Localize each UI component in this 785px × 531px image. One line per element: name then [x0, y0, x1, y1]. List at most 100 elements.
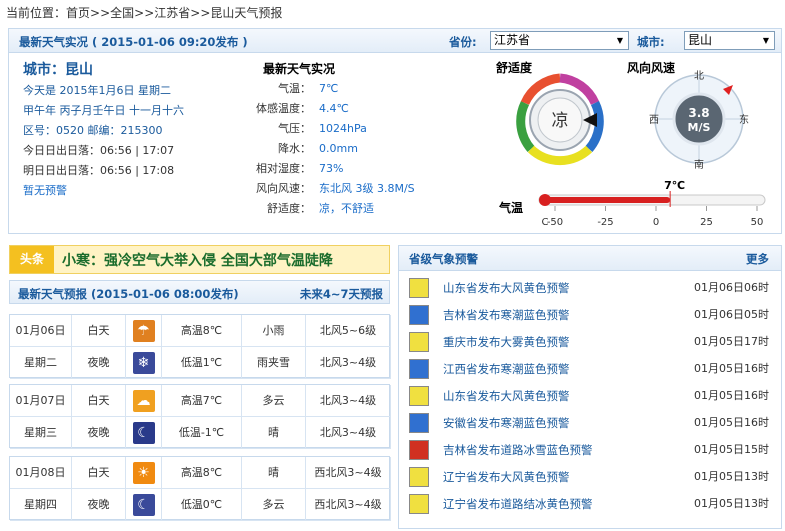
warning-row[interactable]: 江西省发布寒潮蓝色预警 01月05日16时: [407, 356, 773, 382]
obs-row: 气温： 7℃: [237, 79, 447, 99]
forecast-weather: 雨夹雪: [242, 347, 306, 379]
temp-bar-value: 7℃: [664, 179, 685, 192]
city-name: 城市：昆山: [23, 62, 93, 78]
province-select-value: 江苏省: [494, 33, 531, 47]
cold-blue-icon: [409, 413, 429, 433]
warning-row[interactable]: 山东省发布大风黄色预警 01月06日06时: [407, 275, 773, 301]
warning-time: 01月05日17时: [694, 335, 769, 348]
warning-row[interactable]: 吉林省发布道路冰雪蓝色预警 01月05日15时: [407, 437, 773, 463]
obs-value: 1024hPa: [319, 122, 367, 135]
warning-row[interactable]: 山东省发布大风黄色预警 01月05日16时: [407, 383, 773, 409]
warning-panel-title: 省级气象预警: [409, 252, 478, 266]
forecast-wind: 西北风3~4级: [306, 457, 391, 489]
warning-text[interactable]: 重庆市发布大雾黄色预警: [443, 329, 570, 355]
forecast-period-label: 夜晚: [72, 417, 126, 449]
warning-text[interactable]: 山东省发布大风黄色预警: [443, 275, 570, 301]
breadcrumb: 当前位置：首页>>全国>>江苏省>>昆山天气预报: [6, 4, 282, 21]
city-select[interactable]: 昆山 ▼: [684, 31, 775, 50]
forecast-icon-cell: ☁: [126, 385, 162, 417]
forecast-date: 01月08日: [10, 457, 72, 489]
obs-key: 降水：: [278, 142, 311, 155]
obs-key: 相对湿度：: [256, 162, 311, 175]
realtime-panel-header: 最新天气实况 ( 2015-01-06 09:20发布 ) 省份: 江苏省 ▼ 城…: [9, 29, 781, 53]
forecast-weather: 多云: [242, 385, 306, 417]
forecast-day: 01月06日 星期二 白天 ☂ 高温8℃ 小雨 北风5~6级 夜晚 ❄ 低温1℃ 雨夹雪 北风3~4级: [9, 314, 391, 379]
warning-text[interactable]: 辽宁省发布大风黄色预警: [443, 464, 570, 490]
forecast-temp: 高温8℃: [162, 315, 242, 347]
warning-panel-header: 省级气象预警 更多: [399, 246, 781, 271]
forecast-temp: 低温1℃: [162, 347, 242, 379]
forecast-weekday: 星期三: [10, 417, 72, 449]
today-date: 今天是 2015年1月6日 星期二: [23, 84, 171, 97]
breadcrumb-national[interactable]: 全国: [110, 6, 134, 20]
forecast-icon-cell: ☀: [126, 457, 162, 489]
temp-bar-tick-label: 50: [751, 217, 764, 228]
no-warning-link[interactable]: 暂无预警: [23, 181, 253, 201]
obs-row: 降水： 0.0mm: [237, 139, 447, 159]
temp-bar-fill: [541, 197, 671, 203]
obs-row: 体感温度： 4.4℃: [237, 99, 447, 119]
breadcrumb-province[interactable]: 江苏省: [154, 6, 190, 20]
observation-title: 最新天气实况: [263, 62, 336, 76]
compass-north: 北: [694, 70, 704, 82]
temp-bar-tick-label: 25: [700, 217, 713, 228]
forecast-weather: 多云: [242, 489, 306, 521]
obs-key: 舒适度：: [267, 202, 311, 215]
headline-banner[interactable]: 头条 小寒：强冷空气大举入侵 全国大部气温陡降: [9, 245, 390, 274]
cold-blue-icon: [409, 359, 429, 379]
obs-key: 气压：: [278, 122, 311, 135]
obs-row: 相对湿度： 73%: [237, 159, 447, 179]
tomorrow-sunrise-sunset: 明日日出日落：06:56 | 17:08: [23, 164, 175, 177]
temp-bar-tick-label: -50: [547, 217, 563, 228]
road-ice-icon: [409, 440, 429, 460]
warning-more-link[interactable]: 更多: [746, 251, 769, 267]
lunar-date: 甲午年 丙子月壬午日 十一月十六: [23, 104, 184, 117]
warning-row[interactable]: 安徽省发布寒潮蓝色预警 01月05日16时: [407, 410, 773, 436]
warning-text[interactable]: 江西省发布寒潮蓝色预警: [443, 356, 570, 382]
breadcrumb-home[interactable]: 首页: [66, 6, 90, 20]
forecast-temp: 高温7℃: [162, 385, 242, 417]
compass-south: 南: [694, 158, 704, 169]
warning-text[interactable]: 吉林省发布道路冰雪蓝色预警: [443, 437, 593, 463]
city-label: 城市:: [637, 35, 665, 49]
forecast-weekday: 星期二: [10, 347, 72, 379]
breadcrumb-current: 昆山天气预报: [210, 6, 283, 20]
forecast-day: 01月07日 星期三 白天 ☁ 高温7℃ 多云 北风3~4级 夜晚 ☾ 低温-1℃ 晴北风3~4级: [9, 384, 391, 449]
temp-bar-bulb: [539, 194, 551, 206]
forecast-weekday: 星期四: [10, 489, 72, 521]
forecast-wind: 北风5~6级: [306, 315, 391, 347]
warning-row[interactable]: 吉林省发布寒潮蓝色预警 01月06日05时: [407, 302, 773, 328]
realtime-panel: 最新天气实况 ( 2015-01-06 09:20发布 ) 省份: 江苏省 ▼ 城…: [8, 28, 782, 234]
forecast-date: 01月07日: [10, 385, 72, 417]
headline-text[interactable]: 小寒：强冷空气大举入侵 全国大部气温陡降: [62, 250, 333, 270]
wind-unit: M/S: [688, 121, 711, 134]
forecast-title: 最新天气预报 (2015-01-06 08:00发布): [18, 287, 239, 301]
warning-text[interactable]: 辽宁省发布道路结冰黄色预警: [443, 491, 593, 517]
province-select[interactable]: 江苏省 ▼: [490, 31, 629, 50]
warning-row[interactable]: 辽宁省发布道路结冰黄色预警 01月05日13时: [407, 491, 773, 517]
warning-text[interactable]: 吉林省发布寒潮蓝色预警: [443, 302, 570, 328]
forecast-icon-cell: ☾: [126, 489, 162, 521]
warning-text[interactable]: 山东省发布大风黄色预警: [443, 383, 570, 409]
today-sunrise-sunset: 今日日出日落：06:56 | 17:07: [23, 144, 175, 157]
forecast-temp: 高温8℃: [162, 457, 242, 489]
road-ice-yellow-icon: [409, 494, 429, 514]
forecast-more-link[interactable]: 未来4~7天预报: [300, 286, 383, 302]
cloudy-icon: ☁: [132, 390, 155, 412]
forecast-icon-cell: ❄: [126, 347, 162, 379]
warning-row[interactable]: 辽宁省发布大风黄色预警 01月05日13时: [407, 464, 773, 490]
breadcrumb-sep: >>: [134, 6, 155, 20]
obs-value: 0.0mm: [319, 142, 358, 155]
province-label: 省份:: [449, 35, 477, 49]
forecast-period-label: 夜晚: [72, 489, 126, 521]
temp-bar-tick-label: 0: [653, 217, 659, 228]
warning-time: 01月06日05时: [694, 308, 769, 321]
warning-panel: 省级气象预警 更多 山东省发布大风黄色预警 01月06日06时 吉林省发布寒潮蓝色预…: [398, 245, 782, 529]
obs-row: 气压： 1024hPa: [237, 119, 447, 139]
chevron-down-icon: ▼: [616, 36, 624, 45]
temp-bar-tick-label: -25: [597, 217, 613, 228]
warning-row[interactable]: 重庆市发布大雾黄色预警 01月05日17时: [407, 329, 773, 355]
forecast-period-label: 白天: [72, 315, 126, 347]
comfort-arc-blue: [585, 101, 604, 152]
warning-text[interactable]: 安徽省发布寒潮蓝色预警: [443, 410, 570, 436]
